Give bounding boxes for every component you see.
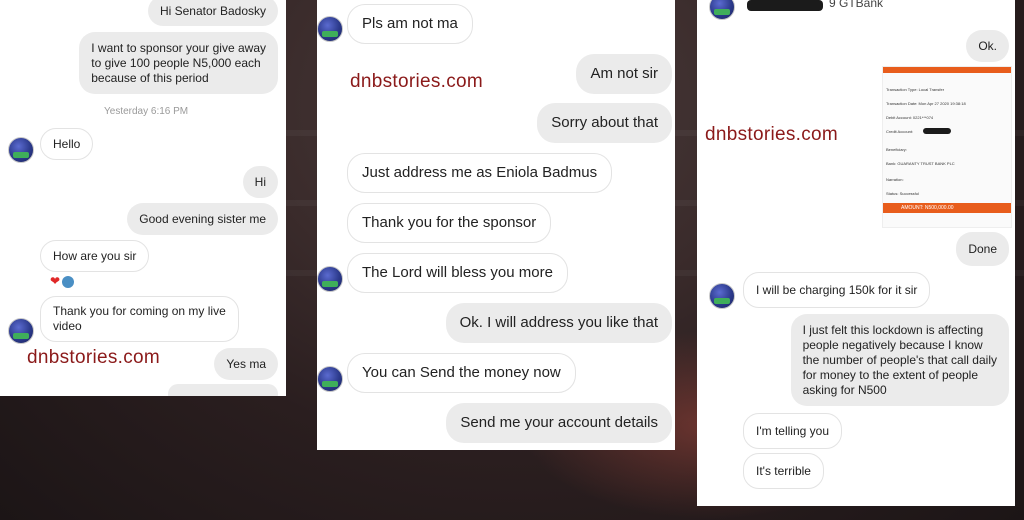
message-bubble: I'm telling you (743, 413, 842, 449)
heart-icon: ❤ (50, 274, 61, 288)
message-bubble: It's terrible (743, 453, 824, 489)
receipt-header-bar (883, 67, 1011, 73)
message-bubble: Hi (242, 166, 278, 198)
receipt-row: Status: Successful (886, 191, 919, 196)
receipt-amount: AMOUNT: N500,000.00 (883, 203, 1011, 213)
message-bubble: Hi Senator Badosky (147, 0, 278, 26)
watermark: dnbstories.com (350, 71, 484, 92)
chat-screenshot-1: Hi Senator Badosky I want to sponsor you… (0, 0, 286, 396)
reactor-avatar (62, 275, 75, 288)
message-bubble: Thank you for coming on my live video (40, 296, 239, 342)
message-bubble: Good evening sister me (127, 203, 278, 235)
avatar (317, 16, 343, 42)
avatar (8, 318, 34, 344)
message-bubble: I will be charging 150k for it sir (743, 272, 931, 308)
message-timestamp: Yesterday 6:16 PM (104, 106, 189, 117)
message-bubble: Pls am not ma (347, 4, 473, 44)
message-bubble: Ok. I will address you like that (445, 303, 672, 343)
receipt-row: Narration: (886, 177, 904, 182)
receipt-row: Transaction Type: Local Transfer (886, 87, 945, 92)
message-bubble: Done (956, 232, 1009, 266)
reaction-row: ❤ (50, 274, 75, 288)
message-bubble: Sorry about that (537, 103, 672, 143)
message-bubble: Just address me as Eniola Badmus (347, 153, 613, 193)
message-bubble: Send me your account details (446, 403, 672, 443)
avatar (8, 137, 34, 163)
receipt-row: Beneficiary: (886, 147, 907, 152)
redacted-name (747, 0, 823, 11)
message-bubble: Am not sir (576, 54, 672, 94)
message-bubble-cut (168, 384, 278, 396)
transaction-receipt-image: Transaction Type: Local Transfer Transac… (882, 66, 1012, 228)
message-bubble: I just felt this lockdown is affecting p… (790, 314, 1009, 406)
watermark: dnbstories.com (705, 124, 839, 145)
message-bubble: Thank you for the sponsor (347, 203, 552, 243)
receipt-row: Credit Account: (886, 129, 914, 134)
message-bubble: The Lord will bless you more (347, 253, 568, 293)
message-bubble: Hello (40, 128, 94, 160)
redacted-account (923, 128, 951, 134)
message-bubble: Ok. (966, 30, 1009, 62)
watermark: dnbstories.com (27, 347, 161, 368)
message-bubble: Yes ma (214, 348, 278, 380)
message-bubble: You can Send the money now (347, 353, 576, 393)
avatar (709, 283, 735, 309)
chat-screenshot-2: Pls am not ma dnbstories.com Am not sir … (317, 0, 675, 450)
receipt-row: Bank: GUARANTY TRUST BANK PLC (886, 161, 955, 166)
avatar (317, 266, 343, 292)
message-bubble: I want to sponsor your give away to give… (79, 32, 278, 94)
chat-screenshot-3: 9 GTBank Ok. Transaction Type: Local Tra… (697, 0, 1015, 506)
receipt-row: Debit Account: 0221***074 (886, 115, 934, 120)
avatar (709, 0, 735, 20)
message-bubble: How are you sir (40, 240, 150, 272)
avatar (317, 366, 343, 392)
chat-header-name: 9 GTBank (829, 0, 884, 10)
receipt-row: Transaction Date: Mon Apr 27 2020 19:38:… (886, 101, 966, 106)
